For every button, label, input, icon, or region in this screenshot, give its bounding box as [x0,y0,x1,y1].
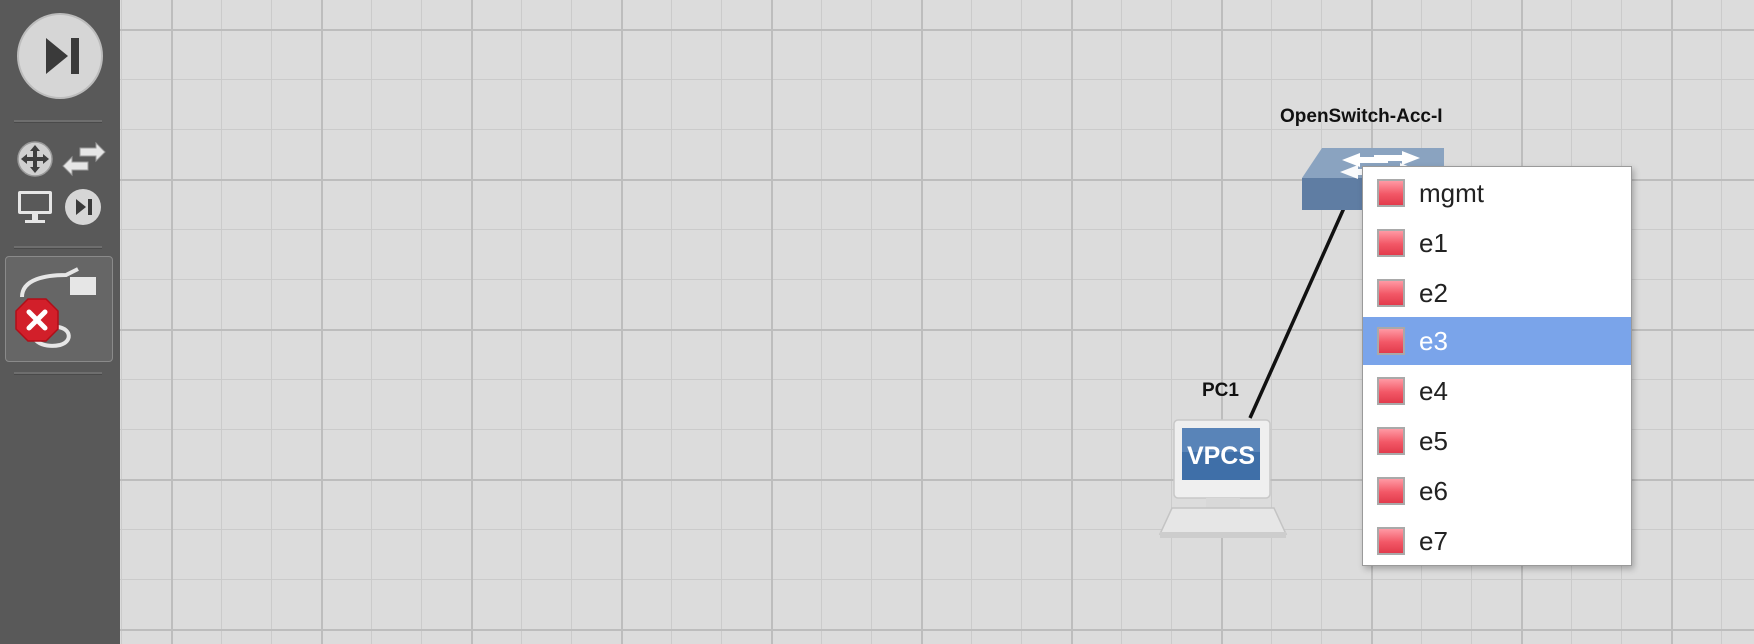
device-toolbar [0,0,120,644]
port-status-icon [1377,427,1405,455]
port-status-icon [1377,327,1405,355]
port-item-e3[interactable]: e3 [1363,317,1631,365]
play-pause-small-icon[interactable] [64,188,102,226]
port-item-label: e5 [1419,425,1448,456]
port-item-e6[interactable]: e6 [1363,467,1631,515]
switch-node-label[interactable]: OpenSwitch-Acc-I [1280,106,1443,128]
port-item-e2[interactable]: e2 [1363,269,1631,317]
port-status-icon [1377,229,1405,257]
pc-icon[interactable] [16,188,54,226]
port-item-e5[interactable]: e5 [1363,417,1631,465]
vpcs-pc-icon[interactable]: VPCS [1158,416,1288,540]
pc-node-label[interactable]: PC1 [1202,380,1239,402]
play-pause-icon[interactable] [16,12,104,100]
port-item-e1[interactable]: e1 [1363,219,1631,267]
port-status-icon [1377,179,1405,207]
port-item-e4[interactable]: e4 [1363,367,1631,415]
port-item-label: e1 [1419,227,1448,258]
add-link-tool-button[interactable] [5,256,113,362]
port-item-e7[interactable]: e7 [1363,517,1631,565]
port-item-mgmt[interactable]: mgmt [1363,169,1631,217]
port-select-menu: mgmt e1 e2 e3 e4 e5 e6 e7 [1362,166,1632,566]
port-item-label: e2 [1419,277,1448,308]
port-status-icon [1377,527,1405,555]
port-item-label: e3 [1419,325,1448,356]
vpcs-screen-text: VPCS [1186,442,1256,470]
port-status-icon [1377,377,1405,405]
red-x-icon [14,297,60,343]
port-item-label: e7 [1419,525,1448,556]
port-status-icon [1377,279,1405,307]
switch-arrows-icon[interactable] [62,141,106,178]
port-item-label: e6 [1419,475,1448,506]
port-item-label: e4 [1419,375,1448,406]
port-item-label: mgmt [1419,177,1484,208]
router-icon[interactable] [16,140,54,178]
port-status-icon [1377,477,1405,505]
